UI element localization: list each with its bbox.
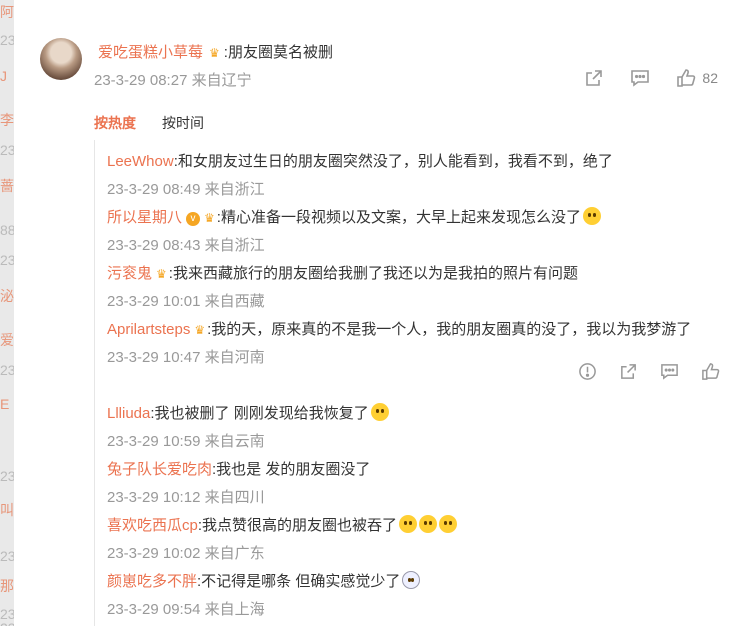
shock-emoji-icon: [370, 403, 389, 421]
reply-text-line: 所以星期八 v ♛:精心准备一段视频以及文案，大早上起来发现怎么没了: [107, 204, 736, 232]
verified-badge-icon: v: [186, 212, 201, 226]
reply-meta: 23-3-29 10:59 来自云南: [107, 433, 265, 450]
reply-text: :我点赞很高的朋友圈也被吞了: [197, 517, 398, 534]
post-meta: 23-3-29 08:27 来自辽宁: [94, 72, 252, 89]
sort-tabs: 按热度 按时间: [94, 113, 204, 133]
reply-author-name[interactable]: Aprilartsteps: [107, 321, 190, 338]
reply-author-name[interactable]: Llliuda: [107, 405, 150, 422]
crown-icon: ♛: [209, 46, 220, 60]
background-glyph: 那: [0, 578, 14, 594]
reply-meta: 23-3-29 08:43 来自浙江: [107, 237, 265, 254]
reply-item: Aprilartsteps ♛:我的天，原来真的不是我一个人，我的朋友圈真的没了，…: [107, 316, 736, 380]
reply-meta: 23-3-29 09:54 来自上海: [107, 601, 265, 618]
reply-author-name[interactable]: 兔子队长爱吃肉: [107, 461, 212, 478]
post-author-name[interactable]: 爱吃蛋糕小草莓: [98, 44, 203, 61]
cry-emoji-icon: [399, 515, 418, 533]
tab-sort-hot[interactable]: 按热度: [94, 113, 136, 133]
cry-emoji-icon: [419, 515, 438, 533]
background-glyph: 爱: [0, 332, 14, 348]
ghost-emoji-icon: [402, 571, 421, 589]
thumb-up-icon: [677, 69, 696, 87]
post-header: 爱吃蛋糕小草莓 ♛:朋友圈莫名被删: [98, 41, 333, 62]
share-button[interactable]: [584, 68, 604, 88]
reply-list: LeeWhow:和女朋友过生日的朋友圈突然没了，别人能看到，我看不到，绝了 23-…: [94, 140, 736, 626]
reply-meta: 23-3-29 10:12 来自四川: [107, 489, 265, 506]
background-glyph: 23: [0, 362, 14, 378]
reply-meta: 23-3-29 08:49 来自浙江: [107, 181, 265, 198]
reply-text: :不记得是哪条 但确实感觉少了: [197, 573, 401, 590]
reply-author-name[interactable]: 污衮鬼: [107, 265, 152, 282]
reply-actions: [578, 362, 720, 381]
post-text: :朋友圈莫名被删: [223, 44, 333, 61]
reply-item: 喜欢吃西瓜cp:我点赞很高的朋友圈也被吞了 23-3-29 10:02 来自广东: [107, 512, 736, 570]
reply-text: :和女朋友过生日的朋友圈突然没了，别人能看到，我看不到，绝了: [173, 153, 613, 170]
background-glyph: 23: [0, 252, 14, 268]
reply-text-line: 兔子队长爱吃肉:我也是 发的朋友圈没了: [107, 456, 736, 484]
reply-author-name[interactable]: 颜崽吃多不胖: [107, 573, 197, 590]
cry-emoji-icon: [439, 515, 458, 533]
background-glyph: 88: [0, 222, 14, 238]
reply-text-line: Llliuda:我也被删了 刚刚发现给我恢复了: [107, 400, 736, 428]
reply-text: :我也是 发的朋友圈没了: [212, 461, 371, 478]
like-button[interactable]: 82: [676, 68, 718, 88]
reply-item: 兔子队长爱吃肉:我也是 发的朋友圈没了 23-3-29 10:12 来自四川: [107, 456, 736, 514]
thumb-up-icon[interactable]: [701, 362, 720, 381]
reply-author-name[interactable]: 喜欢吃西瓜cp: [107, 517, 198, 534]
reply-meta: 23-3-29 10:02 来自广东: [107, 545, 265, 562]
background-glyph: J: [0, 68, 7, 84]
reply-text: :我来西藏旅行的朋友圈给我删了我还以为是我拍的照片有问题: [168, 265, 578, 282]
reply-text: :精心准备一段视频以及文案，大早上起来发现怎么没了: [216, 209, 581, 226]
reply-item: LeeWhow:和女朋友过生日的朋友圈突然没了，别人能看到，我看不到，绝了 23-…: [107, 148, 736, 206]
reply-text-line: 喜欢吃西瓜cp:我点赞很高的朋友圈也被吞了: [107, 512, 736, 540]
reply-item: 污衮鬼 ♛:我来西藏旅行的朋友圈给我删了我还以为是我拍的照片有问题 23-3-29 …: [107, 260, 736, 318]
crown-icon: ♛: [156, 267, 167, 281]
background-page-strip: 阿23J李23蔷8823泌爱23E23叫23那2323: [0, 0, 14, 626]
avatar[interactable]: [40, 38, 82, 80]
crown-icon: ♛: [194, 323, 206, 337]
background-glyph: 23: [0, 620, 14, 626]
background-glyph: 23: [0, 548, 14, 564]
share-icon: [586, 70, 603, 86]
cry-emoji-icon: [582, 207, 601, 225]
background-glyph: 23: [0, 142, 14, 158]
like-count: 82: [702, 70, 718, 86]
reply-author-name[interactable]: 所以星期八: [107, 209, 182, 226]
reply-author-name[interactable]: LeeWhow: [107, 153, 174, 170]
background-glyph: 蔷: [0, 178, 14, 194]
post-actions: 82: [584, 68, 718, 88]
reply-text: :我的天，原来真的不是我一个人，我的朋友圈真的没了，我以为我梦游了: [207, 321, 692, 338]
comment-button[interactable]: [630, 68, 650, 88]
background-glyph: E: [0, 396, 10, 412]
reply-meta: 23-3-29 10:01 来自西藏: [107, 293, 265, 310]
comment-icon[interactable]: [660, 362, 679, 381]
comment-icon: [631, 70, 650, 87]
reply-text: :我也被删了 刚刚发现给我恢复了: [150, 405, 369, 422]
crown-icon: ♛: [204, 211, 215, 225]
comment-detail-panel: 爱吃蛋糕小草莓 ♛:朋友圈莫名被删 23-3-29 08:27 来自辽宁 82 按…: [14, 0, 736, 626]
share-icon[interactable]: [619, 362, 638, 381]
background-glyph: 阿: [0, 4, 14, 20]
reply-text-line: 颜崽吃多不胖:不记得是哪条 但确实感觉少了: [107, 568, 736, 596]
tab-sort-time[interactable]: 按时间: [162, 113, 204, 133]
background-glyph: 叫: [0, 502, 14, 518]
reply-text-line: 污衮鬼 ♛:我来西藏旅行的朋友圈给我删了我还以为是我拍的照片有问题: [107, 260, 736, 288]
reply-item: 所以星期八 v ♛:精心准备一段视频以及文案，大早上起来发现怎么没了 23-3-29 …: [107, 204, 736, 262]
report-icon[interactable]: [578, 362, 597, 381]
reply-text-line: Aprilartsteps ♛:我的天，原来真的不是我一个人，我的朋友圈真的没了，…: [107, 316, 736, 344]
background-glyph: 李: [0, 112, 14, 128]
reply-item: Llliuda:我也被删了 刚刚发现给我恢复了 23-3-29 10:59 来自云…: [107, 400, 736, 458]
background-glyph: 泌: [0, 288, 14, 304]
reply-item: 颜崽吃多不胖:不记得是哪条 但确实感觉少了 23-3-29 09:54 来自上海: [107, 568, 736, 626]
background-glyph: 23: [0, 468, 14, 484]
background-glyph: 23: [0, 32, 14, 48]
reply-text-line: LeeWhow:和女朋友过生日的朋友圈突然没了，别人能看到，我看不到，绝了: [107, 148, 736, 176]
